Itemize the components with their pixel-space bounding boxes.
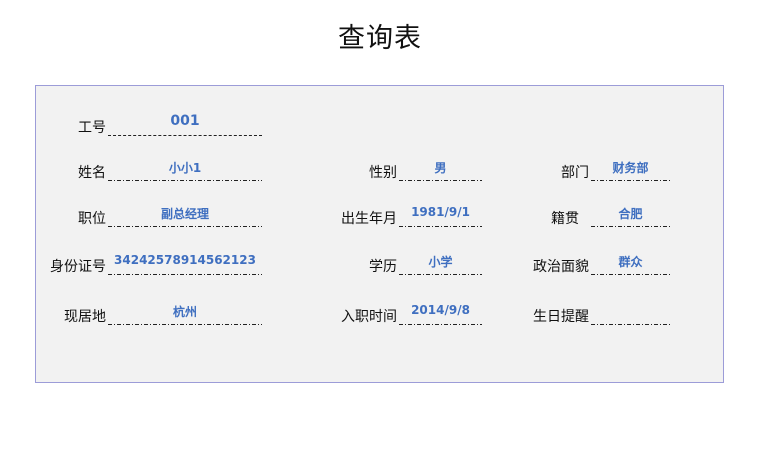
name-field-line <box>108 180 262 181</box>
hire-date-field-line <box>399 324 482 325</box>
native-place-label: 籍贯 <box>551 211 579 227</box>
political-status-label: 政治面貌 <box>533 259 589 275</box>
residence-value[interactable]: 杭州 <box>108 303 262 320</box>
position-value[interactable]: 副总经理 <box>108 205 262 222</box>
education-label: 学历 <box>369 259 397 275</box>
query-form-panel <box>35 85 724 383</box>
education-value[interactable]: 小学 <box>399 253 482 270</box>
name-label: 姓名 <box>78 165 106 181</box>
id-number-label: 身份证号 <box>50 259 106 275</box>
employee-id-field-line <box>108 135 262 136</box>
education-field-line <box>399 274 482 275</box>
native-place-value[interactable]: 合肥 <box>591 205 670 222</box>
department-value[interactable]: 财务部 <box>591 159 670 176</box>
employee-id-label: 工号 <box>78 120 106 136</box>
position-field-line <box>108 226 262 227</box>
birthday-reminder-field-line <box>591 324 670 325</box>
department-label: 部门 <box>561 165 589 181</box>
id-number-field-line <box>108 274 262 275</box>
birth-date-value[interactable]: 1981/9/1 <box>399 205 482 219</box>
residence-field-line <box>108 324 262 325</box>
page-title: 查询表 <box>338 23 422 54</box>
id-number-value[interactable]: 34242578914562123 <box>108 253 262 267</box>
gender-value[interactable]: 男 <box>399 159 482 176</box>
name-value[interactable]: 小小1 <box>108 159 262 176</box>
native-place-field-line <box>591 226 670 227</box>
department-field-line <box>591 180 670 181</box>
birth-date-field-line <box>399 226 482 227</box>
hire-date-value[interactable]: 2014/9/8 <box>399 303 482 317</box>
gender-field-line <box>399 180 482 181</box>
hire-date-label: 入职时间 <box>341 309 397 325</box>
birth-date-label: 出生年月 <box>341 211 397 227</box>
position-label: 职位 <box>78 211 106 227</box>
employee-id-value[interactable]: 001 <box>108 113 262 129</box>
residence-label: 现居地 <box>64 309 106 325</box>
birthday-reminder-label: 生日提醒 <box>533 309 589 325</box>
gender-label: 性别 <box>369 165 397 181</box>
political-status-field-line <box>591 274 670 275</box>
political-status-value[interactable]: 群众 <box>591 253 670 270</box>
